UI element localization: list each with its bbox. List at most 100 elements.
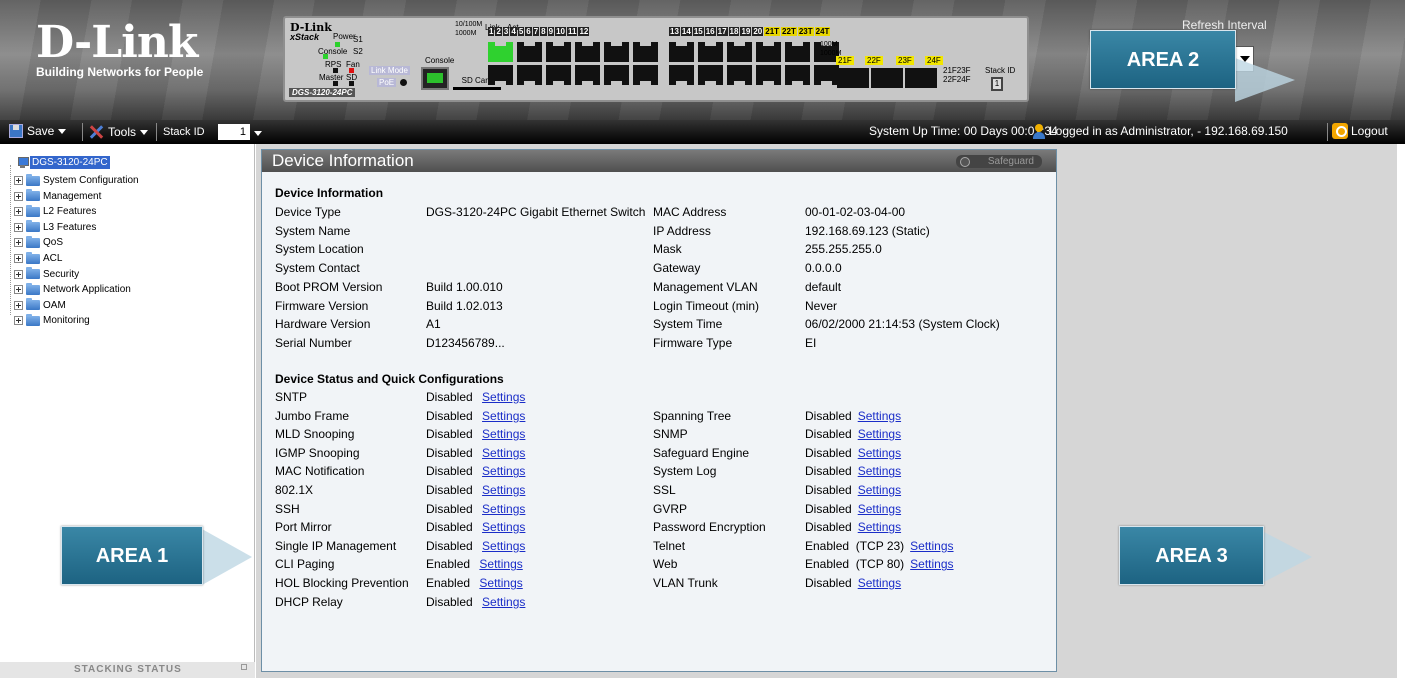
port-number: 2	[495, 27, 502, 36]
ethernet-port[interactable]	[698, 65, 723, 85]
mode-button[interactable]	[400, 79, 407, 86]
settings-link[interactable]: Settings	[858, 446, 901, 460]
info-label: Firmware Version	[275, 298, 369, 313]
expand-icon[interactable]	[14, 285, 23, 295]
ethernet-port[interactable]	[785, 65, 810, 85]
tree-item-system-configuration[interactable]: System Configuration	[14, 173, 139, 187]
ethernet-port[interactable]	[604, 42, 629, 62]
status-text: Disabled	[805, 576, 852, 590]
settings-link[interactable]: Settings	[482, 446, 525, 460]
settings-link[interactable]: Settings	[482, 464, 525, 478]
tree-item-qos[interactable]: QoS	[14, 235, 63, 249]
logout-button[interactable]: Logout	[1351, 124, 1388, 138]
ethernet-port[interactable]	[604, 65, 629, 85]
tree-item-oam[interactable]: OAM	[14, 298, 66, 312]
tree-item-security[interactable]: Security	[14, 267, 79, 281]
ethernet-port[interactable]	[575, 42, 600, 62]
ethernet-port[interactable]	[756, 42, 781, 62]
ethernet-port[interactable]	[698, 42, 723, 62]
settings-link[interactable]: Settings	[479, 557, 522, 571]
ethernet-port[interactable]	[633, 42, 658, 62]
expand-icon[interactable]	[14, 269, 23, 279]
status-label: Safeguard Engine	[653, 445, 750, 460]
chevron-down-icon[interactable]	[254, 131, 262, 136]
expand-icon[interactable]	[14, 238, 23, 248]
settings-link[interactable]: Settings	[479, 576, 522, 590]
settings-link[interactable]: Settings	[482, 502, 525, 516]
ethernet-port[interactable]	[669, 42, 694, 62]
folder-icon	[26, 204, 40, 217]
sfp-port-21f[interactable]	[837, 68, 869, 88]
sfp-port-22f[interactable]	[871, 68, 903, 88]
tree-item-l3-features[interactable]: L3 Features	[14, 220, 96, 234]
port-number: 24T	[814, 27, 831, 36]
settings-link[interactable]: Settings	[858, 409, 901, 423]
ethernet-port[interactable]	[727, 65, 752, 85]
fan-led	[349, 68, 354, 73]
port-number: 8	[540, 27, 547, 36]
folder-icon	[26, 189, 40, 202]
expand-icon[interactable]	[241, 664, 247, 670]
settings-link[interactable]: Settings	[482, 390, 525, 404]
scrollbar[interactable]	[1397, 144, 1405, 678]
ethernet-port[interactable]	[517, 65, 542, 85]
ethernet-port[interactable]	[633, 65, 658, 85]
settings-link[interactable]: Settings	[482, 539, 525, 553]
status-text: Enabled (TCP 80)	[805, 557, 905, 572]
settings-link[interactable]: Settings	[858, 520, 901, 534]
stacking-status-bar[interactable]: Stacking Status	[0, 662, 255, 678]
ethernet-port[interactable]	[785, 42, 810, 62]
ethernet-port[interactable]	[756, 65, 781, 85]
expand-icon[interactable]	[14, 207, 23, 217]
status-label: Password Encryption	[653, 520, 766, 535]
ethernet-port[interactable]	[488, 65, 513, 85]
settings-link[interactable]: Settings	[858, 427, 901, 441]
tree-item-monitoring[interactable]: Monitoring	[14, 313, 90, 327]
switch-front-panel[interactable]: D-Link xStack Power Console RPS Fan Mast…	[283, 16, 1029, 102]
status-label: MLD Snooping	[275, 427, 355, 442]
ethernet-port[interactable]	[517, 42, 542, 62]
sfp-label-23f: 23F	[896, 56, 914, 65]
info-label: Mask	[653, 242, 682, 257]
sfp-port-23f[interactable]	[905, 68, 937, 88]
console-port[interactable]	[421, 67, 449, 90]
status-value: Disabled Settings	[805, 502, 901, 516]
ethernet-port[interactable]	[546, 65, 571, 85]
ethernet-port[interactable]	[575, 65, 600, 85]
settings-link[interactable]: Settings	[482, 409, 525, 423]
settings-link[interactable]: Settings	[910, 539, 953, 553]
settings-link[interactable]: Settings	[482, 520, 525, 534]
ethernet-port[interactable]	[814, 65, 839, 85]
ethernet-port[interactable]	[488, 42, 513, 62]
settings-link[interactable]: Settings	[482, 595, 525, 609]
tree-item-acl[interactable]: ACL	[14, 251, 62, 265]
expand-icon[interactable]	[14, 222, 23, 232]
settings-link[interactable]: Settings	[858, 576, 901, 590]
tree-item-l2-features[interactable]: L2 Features	[14, 204, 96, 218]
expand-icon[interactable]	[14, 191, 23, 201]
save-menu[interactable]: Save	[9, 124, 67, 138]
settings-link[interactable]: Settings	[482, 483, 525, 497]
tree-root[interactable]: DGS-3120-24PC	[17, 156, 110, 169]
expand-icon[interactable]	[14, 176, 23, 185]
expand-icon[interactable]	[14, 254, 23, 263]
ethernet-port[interactable]	[669, 65, 694, 85]
stack-id-select[interactable]: 1	[218, 124, 250, 140]
status-text: Enabled (TCP 23)	[805, 538, 905, 553]
tree-item-management[interactable]: Management	[14, 189, 101, 203]
settings-link[interactable]: Settings	[910, 557, 953, 571]
settings-link[interactable]: Settings	[858, 502, 901, 516]
expand-icon[interactable]	[14, 300, 23, 310]
port-number: 10	[555, 27, 566, 36]
settings-link[interactable]: Settings	[858, 464, 901, 478]
tools-menu[interactable]: Tools	[88, 124, 149, 140]
stack-id-display: 1	[991, 77, 1003, 91]
tree-item-network-application[interactable]: Network Application	[14, 282, 131, 296]
settings-link[interactable]: Settings	[858, 483, 901, 497]
expand-icon[interactable]	[14, 316, 23, 326]
settings-link[interactable]: Settings	[482, 427, 525, 441]
logout-icon[interactable]	[1332, 123, 1348, 139]
ethernet-port[interactable]	[727, 42, 752, 62]
stack-id-label: Stack ID	[163, 126, 205, 138]
ethernet-port[interactable]	[546, 42, 571, 62]
